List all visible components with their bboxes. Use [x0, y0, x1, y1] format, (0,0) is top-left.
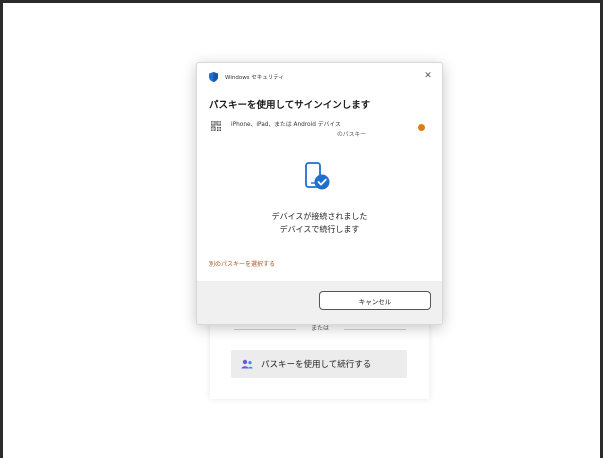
connected-status-text: デバイスが接続されました	[271, 212, 368, 221]
continue-with-passkey-label: パスキーを使用して続行する	[261, 360, 372, 370]
close-button[interactable]: ✕	[420, 68, 436, 84]
screen-frame: または パスキーを使用して続行する Windows セキュリティ ✕ パスキーを…	[0, 0, 603, 458]
dialog-titlebar: Windows セキュリティ ✕	[197, 63, 442, 89]
dialog-footer: キャンセル	[197, 281, 442, 324]
person-icon	[241, 359, 253, 369]
windows-security-dialog: Windows セキュリティ ✕ パスキーを使用してサインインします iPhon…	[196, 62, 443, 325]
cancel-button[interactable]: キャンセル	[319, 291, 431, 310]
phone-check-icon	[305, 162, 330, 190]
passkey-device-row: iPhone、iPad、または Android デバイス のパスキー	[209, 119, 433, 143]
continue-on-device-text: デバイスで続行します	[279, 225, 360, 234]
choose-another-passkey-link[interactable]: 別のパスキーを選択する	[209, 259, 275, 268]
device-type-label: iPhone、iPad、または Android デバイス	[231, 122, 341, 128]
dialog-heading: パスキーを使用してサインインします	[209, 100, 371, 111]
continue-with-passkey-button[interactable]: パスキーを使用して続行する	[231, 350, 407, 378]
divider-line	[344, 329, 406, 330]
app-title: Windows セキュリティ	[225, 75, 284, 81]
qr-code-icon	[211, 121, 221, 131]
cancel-label: キャンセル	[358, 297, 392, 306]
shield-icon	[209, 72, 218, 82]
close-icon: ✕	[424, 71, 432, 81]
warning-dot-icon	[418, 124, 425, 131]
device-passkey-label: のパスキー	[337, 132, 366, 138]
